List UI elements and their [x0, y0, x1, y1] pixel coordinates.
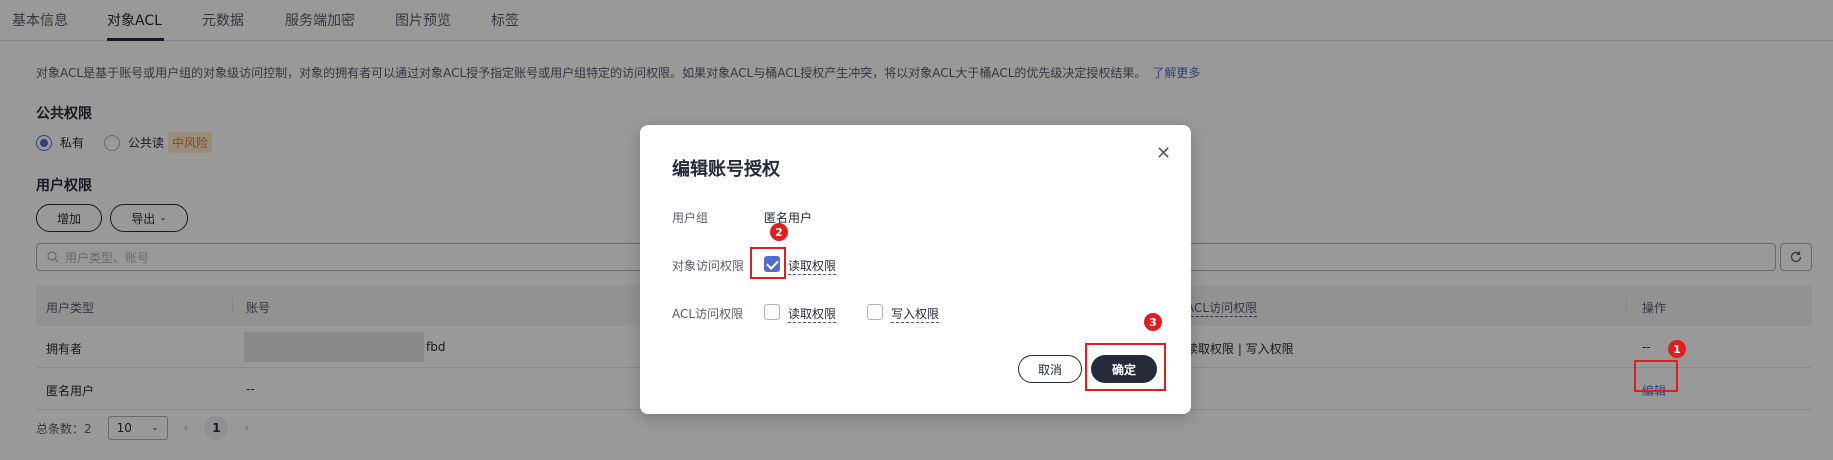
edit-authorization-dialog: 编辑账号授权 ✕ 用户组 匿名用户 对象访问权限 读取权限 2 ACL访问权限 … [640, 125, 1191, 414]
annotation-badge-2: 2 [770, 223, 788, 241]
close-icon[interactable]: ✕ [1156, 143, 1171, 164]
highlight-edit-link [1634, 360, 1678, 392]
acl-write-label: 写入权限 [891, 307, 940, 323]
dialog-title: 编辑账号授权 [672, 159, 780, 180]
user-group-label: 用户组 [672, 211, 709, 225]
annotation-badge-3: 3 [1144, 313, 1162, 331]
user-group-value: 匿名用户 [764, 211, 813, 225]
highlight-object-read [750, 247, 786, 279]
cancel-button[interactable]: 取消 [1018, 355, 1082, 383]
object-read-label: 读取权限 [788, 259, 837, 275]
acl-permission-label: ACL访问权限 [672, 307, 744, 321]
annotation-badge-1: 1 [1668, 340, 1686, 358]
acl-read-label: 读取权限 [788, 307, 837, 323]
acl-write-checkbox[interactable] [867, 304, 883, 320]
highlight-confirm-button [1085, 343, 1166, 391]
object-permission-label: 对象访问权限 [672, 259, 745, 273]
acl-read-checkbox[interactable] [764, 304, 780, 320]
